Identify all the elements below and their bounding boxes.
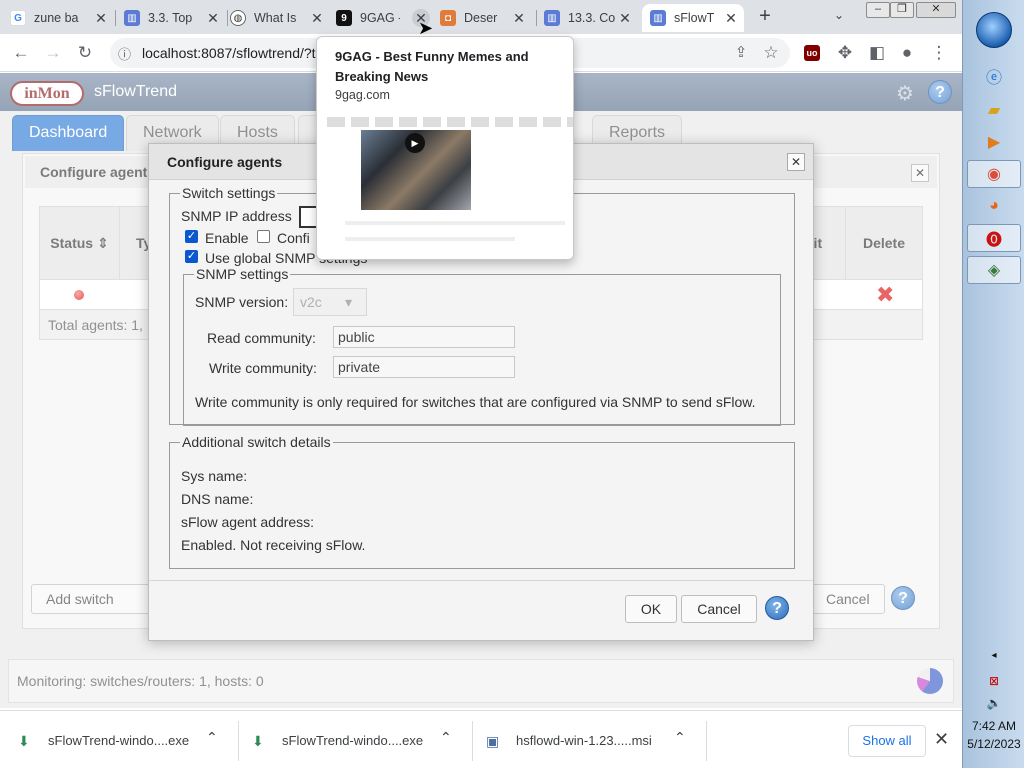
back-arrow-icon[interactable]: ← — [10, 42, 32, 64]
tab-13-3[interactable]: ▥ 13.3. Co ✕ — [544, 4, 638, 32]
reload-icon[interactable]: ↻ — [74, 42, 96, 64]
dialog-title: Configure agents — [167, 154, 283, 170]
speaker-icon[interactable]: 🔈 — [963, 696, 1024, 710]
dropdown-arrow-icon: ▾ — [344, 294, 352, 310]
close-tab-icon[interactable]: ✕ — [510, 9, 528, 27]
close-tab-icon[interactable]: ✕ — [92, 9, 110, 27]
play-icon: ▶ — [405, 133, 425, 153]
sflow-agent-address-label: sFlow agent address: — [181, 514, 315, 530]
info-icon[interactable]: ⓘ — [118, 44, 131, 63]
switch-settings-legend: Switch settings — [182, 185, 276, 201]
download-item[interactable]: ⬇ sFlowTrend-windo....exe ⌃ — [18, 711, 238, 768]
agent-status-text: Enabled. Not receiving sFlow. — [181, 537, 366, 553]
write-community-input[interactable]: private — [333, 356, 515, 378]
exe-file-icon: ⬇ — [252, 733, 264, 749]
download-item[interactable]: ▣ hsflowd-win-1.23.....msi ⌃ — [486, 711, 706, 768]
read-community-input[interactable]: public — [333, 326, 515, 348]
preview-title: 9GAG - Best Funny Memes and Breaking New… — [335, 49, 529, 84]
side-panel-icon[interactable]: ◧ — [866, 42, 888, 64]
google-icon: G — [10, 10, 26, 26]
chrome-icon[interactable]: ◉ — [967, 160, 1021, 188]
preview-url: 9gag.com — [335, 88, 390, 102]
globe-icon: ◍ — [230, 10, 246, 26]
tab-sflowtrend[interactable]: ▥ sFlowTr ✕ — [642, 4, 744, 32]
tray-expand-icon[interactable]: ◂ — [963, 650, 1024, 661]
chart-icon: ▥ — [650, 10, 666, 26]
opera-icon[interactable]: ⓿ — [967, 224, 1021, 252]
chevron-down-icon[interactable]: ⌄ — [834, 8, 844, 22]
internet-explorer-icon[interactable]: ⓔ — [967, 62, 1021, 90]
chevron-up-icon[interactable]: ⌃ — [674, 729, 686, 746]
close-shelf-icon[interactable]: ✕ — [934, 729, 949, 750]
write-community-note: Write community is only required for swi… — [195, 394, 756, 410]
mouse-cursor-icon: ➤ — [418, 18, 434, 38]
9gag-icon: 9 — [336, 10, 352, 26]
show-all-button[interactable]: Show all — [848, 725, 926, 757]
help-icon[interactable]: ? — [765, 596, 789, 620]
page-thumbnail: ▶ — [327, 113, 573, 259]
sys-name-label: Sys name: — [181, 468, 248, 484]
tab-hover-preview: 9GAG - Best Funny Memes and Breaking New… — [316, 36, 574, 260]
snmp-version-label: SNMP version: — [195, 294, 289, 310]
network-app-icon[interactable]: ◈ — [967, 256, 1021, 284]
clock-date[interactable]: 5/12/2023 — [963, 737, 1024, 751]
tab-strip: G zune ba ✕ ▥ 3.3. Top ✕ ◍ What Is ✕ 9 9… — [0, 0, 962, 34]
snmp-version-select[interactable]: v2c ▾ — [293, 288, 367, 316]
downloads-shelf: ⬇ sFlowTrend-windo....exe ⌃ ⬇ sFlowTrend… — [0, 710, 962, 768]
windows-taskbar: ⓔ ▰ ▶ ◉ ◕ ⓿ ◈ ◂ ⊠ 🔈 7:42 AM 5/12/2023 — [962, 0, 1024, 768]
extensions-puzzle-icon[interactable]: ✥ — [834, 42, 856, 64]
chart-icon: ▥ — [544, 10, 560, 26]
forward-arrow-icon[interactable]: → — [42, 42, 64, 64]
book-icon: ◘ — [440, 10, 456, 26]
write-community-label: Write community: — [209, 360, 317, 376]
download-item[interactable]: ⬇ sFlowTrend-windo....exe ⌃ — [252, 711, 472, 768]
additional-details-legend: Additional switch details — [182, 434, 331, 450]
start-button[interactable] — [976, 12, 1012, 48]
exe-file-icon: ⬇ — [18, 733, 30, 749]
snmp-settings-legend: SNMP settings — [196, 266, 289, 282]
configure-label: Confi — [277, 230, 310, 246]
use-global-snmp-checkbox[interactable]: ✓ — [185, 250, 198, 263]
configure-checkbox[interactable] — [257, 230, 270, 243]
tab-top[interactable]: ▥ 3.3. Top ✕ — [124, 4, 226, 32]
enable-checkbox[interactable]: ✓ — [185, 230, 198, 243]
media-player-icon[interactable]: ▶ — [967, 128, 1021, 156]
bookmark-star-icon[interactable]: ☆ — [760, 42, 782, 64]
chevron-up-icon[interactable]: ⌃ — [206, 729, 218, 746]
close-tab-icon[interactable]: ✕ — [616, 9, 634, 27]
clock-time[interactable]: 7:42 AM — [963, 719, 1024, 733]
profile-avatar-icon[interactable]: ● — [896, 42, 918, 64]
close-icon[interactable]: ✕ — [787, 153, 805, 171]
close-window-button[interactable]: ✕ — [916, 2, 956, 18]
dns-name-label: DNS name: — [181, 491, 254, 507]
enable-label: Enable — [205, 230, 249, 246]
msi-file-icon: ▣ — [486, 733, 500, 749]
ok-button[interactable]: OK — [625, 595, 677, 623]
new-tab-button[interactable]: + — [754, 6, 776, 28]
menu-kebab-icon[interactable]: ⋮ — [928, 42, 950, 64]
share-icon[interactable]: ⇪ — [730, 42, 752, 64]
tab-deser[interactable]: ◘ Deser ✕ — [440, 4, 532, 32]
close-tab-icon[interactable]: ✕ — [722, 9, 740, 27]
close-tab-icon[interactable]: ✕ — [308, 9, 326, 27]
read-community-label: Read community: — [207, 330, 316, 346]
ublock-icon[interactable]: uo — [804, 45, 820, 61]
minimize-button[interactable]: – — [866, 2, 890, 18]
maximize-button[interactable]: ❐ — [890, 2, 914, 18]
snmp-ip-label: SNMP IP address — [181, 208, 292, 224]
firefox-icon[interactable]: ◕ — [967, 192, 1021, 220]
chart-icon: ▥ — [124, 10, 140, 26]
close-tab-icon[interactable]: ✕ — [204, 9, 222, 27]
folder-icon[interactable]: ▰ — [967, 96, 1021, 124]
tab-zune[interactable]: G zune ba ✕ — [10, 4, 114, 32]
cancel-button[interactable]: Cancel — [681, 595, 757, 623]
tab-what-is[interactable]: ◍ What Is ✕ — [230, 4, 330, 32]
chevron-up-icon[interactable]: ⌃ — [440, 729, 452, 746]
network-warning-icon[interactable]: ⊠ — [963, 674, 1024, 688]
screen: G zune ba ✕ ▥ 3.3. Top ✕ ◍ What Is ✕ 9 9… — [0, 0, 1024, 768]
